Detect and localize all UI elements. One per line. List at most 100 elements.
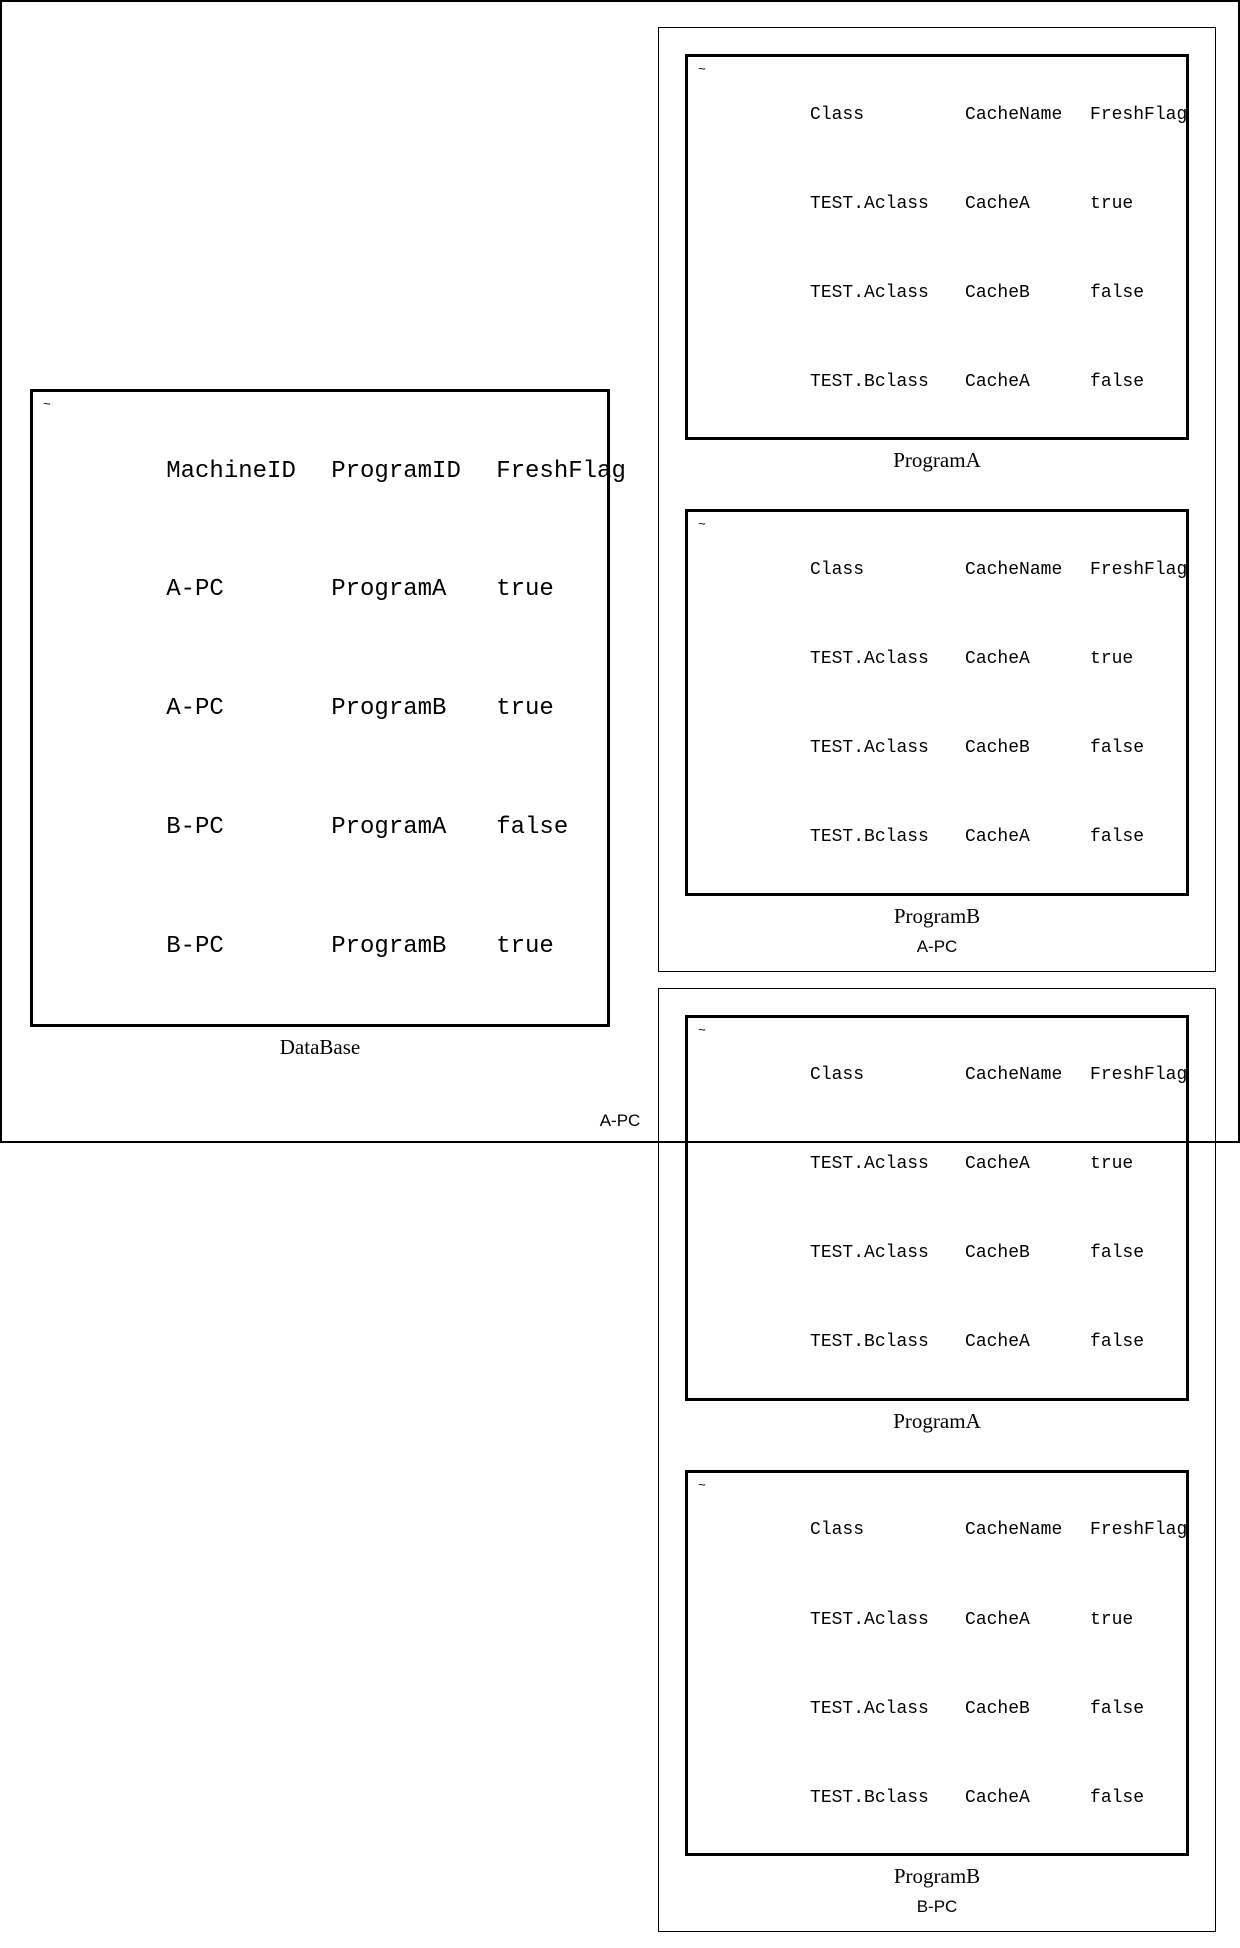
header-cell: CacheName bbox=[965, 101, 1090, 131]
cell: ProgramB bbox=[331, 689, 496, 729]
table-row: A-PCProgramAtrue bbox=[51, 531, 589, 650]
table-row: TEST.AclassCacheAtrue bbox=[702, 615, 1172, 704]
cell: TEST.Aclass bbox=[810, 1606, 965, 1636]
cell: CacheB bbox=[965, 734, 1090, 764]
table-row: TEST.AclassCacheBfalse bbox=[702, 704, 1172, 793]
table-row: TEST.AclassCacheAtrue bbox=[702, 1121, 1172, 1210]
table-row: TEST.AclassCacheAtrue bbox=[702, 160, 1172, 249]
pc-group-a: ~ ClassCacheNameFreshFlag TEST.AclassCac… bbox=[658, 27, 1216, 972]
cell: true bbox=[1090, 1606, 1133, 1636]
pc-label: A-PC bbox=[685, 937, 1189, 957]
pc-column: ~ ClassCacheNameFreshFlag TEST.AclassCac… bbox=[658, 27, 1216, 1948]
cell: TEST.Aclass bbox=[810, 1239, 965, 1269]
cell: CacheA bbox=[965, 1328, 1090, 1358]
table-row: TEST.BclassCacheAfalse bbox=[702, 793, 1172, 882]
cell: CacheA bbox=[965, 645, 1090, 675]
header-cell: Class bbox=[810, 1061, 965, 1091]
cell: CacheA bbox=[965, 1784, 1090, 1814]
cell: ProgramB bbox=[331, 927, 496, 967]
program-table: ~ ClassCacheNameFreshFlag TEST.AclassCac… bbox=[685, 1470, 1189, 1856]
cell: TEST.Bclass bbox=[810, 368, 965, 398]
table-header-row: ClassCacheNameFreshFlag bbox=[702, 71, 1172, 160]
header-cell: CacheName bbox=[965, 1516, 1090, 1546]
program-table: ~ ClassCacheNameFreshFlag TEST.AclassCac… bbox=[685, 54, 1189, 440]
table-row: TEST.AclassCacheBfalse bbox=[702, 1665, 1172, 1754]
header-cell: Class bbox=[810, 556, 965, 586]
cell: false bbox=[1090, 1695, 1144, 1725]
cell: false bbox=[496, 808, 568, 848]
cell: TEST.Aclass bbox=[810, 1150, 965, 1180]
header-cell: FreshFlag bbox=[1090, 1061, 1187, 1091]
cell: B-PC bbox=[166, 927, 331, 967]
cell: TEST.Aclass bbox=[810, 1695, 965, 1725]
table-row: TEST.BclassCacheAfalse bbox=[702, 338, 1172, 427]
table-header-row: ClassCacheNameFreshFlag bbox=[702, 1487, 1172, 1576]
table-row: TEST.AclassCacheBfalse bbox=[702, 1210, 1172, 1299]
program-label: ProgramB bbox=[685, 1864, 1189, 1889]
cell: true bbox=[1090, 190, 1133, 220]
header-cell: ProgramID bbox=[331, 452, 496, 492]
cell: ProgramA bbox=[331, 808, 496, 848]
cell: CacheA bbox=[965, 1150, 1090, 1180]
outer-frame-label: A-PC bbox=[2, 1111, 1238, 1131]
table-row: TEST.AclassCacheBfalse bbox=[702, 249, 1172, 338]
cell: TEST.Bclass bbox=[810, 1328, 965, 1358]
cell: true bbox=[496, 689, 554, 729]
pc-label: B-PC bbox=[685, 1897, 1189, 1917]
cell: TEST.Aclass bbox=[810, 279, 965, 309]
cell: false bbox=[1090, 279, 1144, 309]
program-label: ProgramA bbox=[685, 1409, 1189, 1434]
cell: A-PC bbox=[166, 570, 331, 610]
cell: TEST.Aclass bbox=[810, 734, 965, 764]
cell: CacheA bbox=[965, 190, 1090, 220]
table-row: B-PCProgramAfalse bbox=[51, 768, 589, 887]
header-cell: FreshFlag bbox=[1090, 556, 1187, 586]
table-header-row: ClassCacheNameFreshFlag bbox=[702, 526, 1172, 615]
header-cell: Class bbox=[810, 1516, 965, 1546]
cell: true bbox=[496, 927, 554, 967]
cell: CacheA bbox=[965, 368, 1090, 398]
table-header-row: MachineIDProgramIDFreshFlag bbox=[51, 412, 589, 531]
tilde-mark: ~ bbox=[43, 394, 51, 415]
header-cell: Class bbox=[810, 101, 965, 131]
table-row: TEST.BclassCacheAfalse bbox=[702, 1754, 1172, 1843]
program-label: ProgramA bbox=[685, 448, 1189, 473]
header-cell: CacheName bbox=[965, 556, 1090, 586]
cell: true bbox=[496, 570, 554, 610]
cell: CacheB bbox=[965, 1695, 1090, 1725]
cell: A-PC bbox=[166, 689, 331, 729]
tilde-mark: ~ bbox=[698, 59, 706, 80]
table-row: TEST.AclassCacheAtrue bbox=[702, 1576, 1172, 1665]
table-row: B-PCProgramBtrue bbox=[51, 887, 589, 1006]
cell: TEST.Bclass bbox=[810, 823, 965, 853]
cell: ProgramA bbox=[331, 570, 496, 610]
table-row: TEST.BclassCacheAfalse bbox=[702, 1299, 1172, 1388]
tilde-mark: ~ bbox=[698, 1475, 706, 1496]
cell: CacheB bbox=[965, 279, 1090, 309]
diagram-frame: ~ MachineIDProgramIDFreshFlag A-PCProgra… bbox=[0, 0, 1240, 1143]
header-cell: FreshFlag bbox=[1090, 1516, 1187, 1546]
tilde-mark: ~ bbox=[698, 1020, 706, 1041]
program-table: ~ ClassCacheNameFreshFlag TEST.AclassCac… bbox=[685, 1015, 1189, 1401]
database-section: ~ MachineIDProgramIDFreshFlag A-PCProgra… bbox=[30, 389, 610, 1060]
cell: true bbox=[1090, 1150, 1133, 1180]
database-label: DataBase bbox=[30, 1035, 610, 1060]
cell: B-PC bbox=[166, 808, 331, 848]
program-table: ~ ClassCacheNameFreshFlag TEST.AclassCac… bbox=[685, 509, 1189, 895]
cell: false bbox=[1090, 734, 1144, 764]
cell: false bbox=[1090, 1328, 1144, 1358]
cell: false bbox=[1090, 823, 1144, 853]
table-row: A-PCProgramBtrue bbox=[51, 650, 589, 769]
cell: CacheB bbox=[965, 1239, 1090, 1269]
database-table: ~ MachineIDProgramIDFreshFlag A-PCProgra… bbox=[30, 389, 610, 1027]
table-header-row: ClassCacheNameFreshFlag bbox=[702, 1032, 1172, 1121]
cell: false bbox=[1090, 1239, 1144, 1269]
cell: false bbox=[1090, 1784, 1144, 1814]
cell: CacheA bbox=[965, 1606, 1090, 1636]
program-label: ProgramB bbox=[685, 904, 1189, 929]
cell: TEST.Aclass bbox=[810, 190, 965, 220]
cell: TEST.Aclass bbox=[810, 645, 965, 675]
header-cell: FreshFlag bbox=[496, 452, 626, 492]
cell: false bbox=[1090, 368, 1144, 398]
cell: TEST.Bclass bbox=[810, 1784, 965, 1814]
